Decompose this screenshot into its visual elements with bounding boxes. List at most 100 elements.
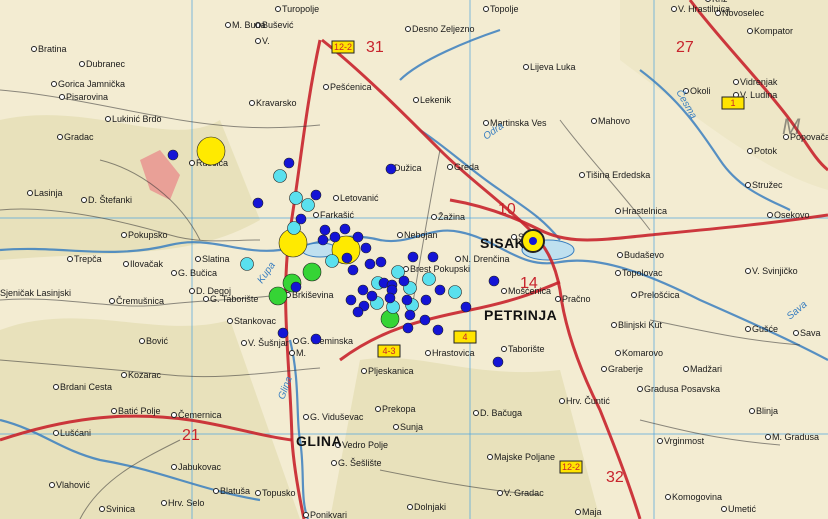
place-label: Gradac [64,132,94,142]
place-label: Stankovac [234,316,277,326]
place-label: Taborište [508,344,545,354]
place-label: G. Meminska [300,336,353,346]
road-number: 4-3 [382,346,395,356]
town-marker [171,270,177,276]
town-marker [203,296,209,302]
town-marker [139,338,145,344]
earthquake-tiny-dot [432,324,444,336]
city-label-sisak: SISAK [480,235,525,251]
town-marker [745,326,751,332]
place-label: Blinja [756,406,778,416]
place-label: Vedro Polje [342,440,388,450]
place-label: Blatuša [220,486,250,496]
town-marker [721,506,727,512]
earthquake-tiny-dot [360,242,372,254]
place-label: Lekenik [420,95,452,105]
earthquake-tiny-dot [385,163,397,175]
place-label: Okoli [690,86,711,96]
town-marker [105,116,111,122]
town-marker [671,6,677,12]
town-marker [431,214,437,220]
grid-number: 31 [366,39,384,56]
place-label: Kozarac [128,370,162,380]
town-marker [255,38,261,44]
place-label: Topusko [262,488,296,498]
town-marker [249,100,255,106]
earthquake-small-dot [289,191,303,205]
town-marker [53,384,59,390]
place-label: Jabukovac [178,462,222,472]
place-label: Dolnjaki [414,502,446,512]
earthquake-tiny-dot [401,294,413,306]
place-label: Lasinja [34,188,63,198]
river-label: Sava [785,299,810,322]
place-label: Pljeskanica [368,366,414,376]
place-label: Umetić [728,504,757,514]
lowland-area [620,0,828,190]
place-label: Maja [582,507,602,517]
town-marker [615,270,621,276]
place-label: Gorica Jamnička [58,79,125,89]
town-marker [601,366,607,372]
road-number: 4 [462,332,467,342]
place-label: Sava [800,328,821,338]
town-marker [501,288,507,294]
place-label: Vrginmost [664,436,705,446]
earthquake-small-dot [325,254,339,268]
place-label: Pešćenica [330,82,372,92]
earthquake-tiny-dot [339,223,351,235]
place-label: Hrv. Selo [168,498,204,508]
place-label: Vidrenjak [740,77,778,87]
place-label: V. Svinjičko [752,266,798,276]
earthquake-tiny-dot [366,290,378,302]
town-marker [111,408,117,414]
epicenter-core-dot [529,237,537,245]
town-marker [303,512,309,518]
place-label: Trepča [74,254,102,264]
place-label: Hrastelnica [622,206,667,216]
map-canvas[interactable]: Turopolje M. Buna V. Bušević Topolje V. Hrast… [0,0,828,519]
town-marker [473,410,479,416]
town-marker [483,120,489,126]
place-label: Bović [146,336,169,346]
place-label: Slatina [202,254,230,264]
earthquake-tiny-dot [319,224,331,236]
place-label: Batić Polje [118,406,161,416]
earthquake-tiny-dot [488,275,500,287]
town-marker [591,118,597,124]
place-label: Komogovina [672,492,722,502]
town-marker [81,197,87,203]
place-label: Kriz [712,0,728,4]
place-label: Dubranec [86,59,126,69]
place-label: Ilovačak [130,259,164,269]
place-label: Farkašić [320,210,355,220]
town-marker [405,26,411,32]
town-marker [361,368,367,374]
town-marker [323,84,329,90]
earthquake-tiny-dot [290,281,302,293]
earthquake-small-dot [448,285,462,299]
town-marker [59,94,65,100]
place-label: Dužica [394,163,422,173]
town-marker [227,318,233,324]
town-marker [579,172,585,178]
town-marker [57,134,63,140]
place-label: Brdani Cesta [60,382,112,392]
place-label: G. Bučica [178,268,217,278]
place-label: Vlahović [56,480,91,490]
town-marker [67,256,73,262]
earthquake-tiny-dot [252,197,264,209]
place-label: Čemernica [178,410,222,420]
earthquake-tiny-dot [357,284,369,296]
place-label: G. Taborište [210,294,258,304]
earthquake-tiny-dot [341,252,353,264]
place-label: Kompator [754,26,793,36]
town-marker [407,504,413,510]
town-marker [765,434,771,440]
town-marker [331,460,337,466]
town-marker [745,268,751,274]
earthquake-tiny-dot [404,309,416,321]
place-label: Hrv. Čuntić [566,396,610,406]
town-marker [747,28,753,34]
river [399,28,501,81]
